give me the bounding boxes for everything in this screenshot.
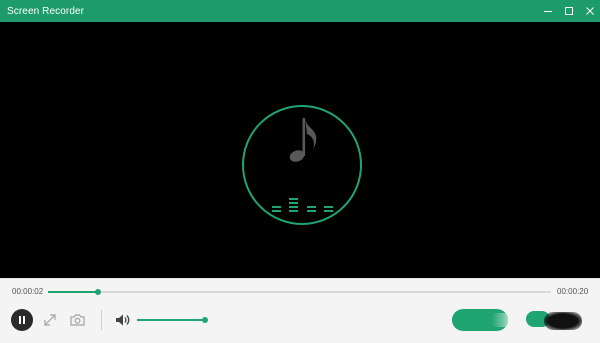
progress-bar[interactable] (48, 289, 551, 295)
expand-button[interactable] (42, 312, 58, 328)
equalizer-icon (272, 198, 333, 212)
re-record-button[interactable] (526, 309, 584, 331)
music-note-icon (289, 118, 317, 162)
volume-thumb[interactable] (202, 317, 208, 323)
snapshot-button[interactable] (69, 312, 85, 328)
maximize-button[interactable] (558, 0, 579, 22)
window-title: Screen Recorder (7, 5, 85, 17)
volume-button[interactable] (114, 311, 132, 329)
pause-icon (19, 316, 25, 324)
progress-fill (48, 291, 99, 293)
volume-slider[interactable] (137, 317, 208, 323)
expand-icon (44, 314, 56, 326)
recording-preview (2, 22, 598, 278)
minimize-button[interactable] (537, 0, 558, 22)
toolbar-divider (101, 310, 102, 330)
maximize-icon (564, 7, 573, 15)
re-record-shape (544, 312, 582, 330)
volume-fill (137, 319, 205, 321)
screen-recorder-window: Screen Recorder 00:00:02 00:00:20 (0, 0, 600, 343)
current-time: 00:00:02 (12, 287, 44, 296)
progress-thumb[interactable] (95, 289, 102, 295)
speaker-icon (116, 314, 130, 326)
pause-button[interactable] (11, 309, 33, 331)
playback-controls: 00:00:02 00:00:20 (0, 278, 600, 343)
total-time: 00:00:20 (557, 287, 589, 296)
close-button[interactable] (579, 0, 600, 22)
minimize-icon (543, 11, 552, 12)
audio-visual (242, 105, 362, 225)
save-button[interactable] (452, 309, 508, 331)
close-icon (585, 7, 594, 15)
camera-icon (69, 314, 85, 326)
window-controls (537, 0, 600, 22)
title-bar: Screen Recorder (0, 0, 600, 22)
